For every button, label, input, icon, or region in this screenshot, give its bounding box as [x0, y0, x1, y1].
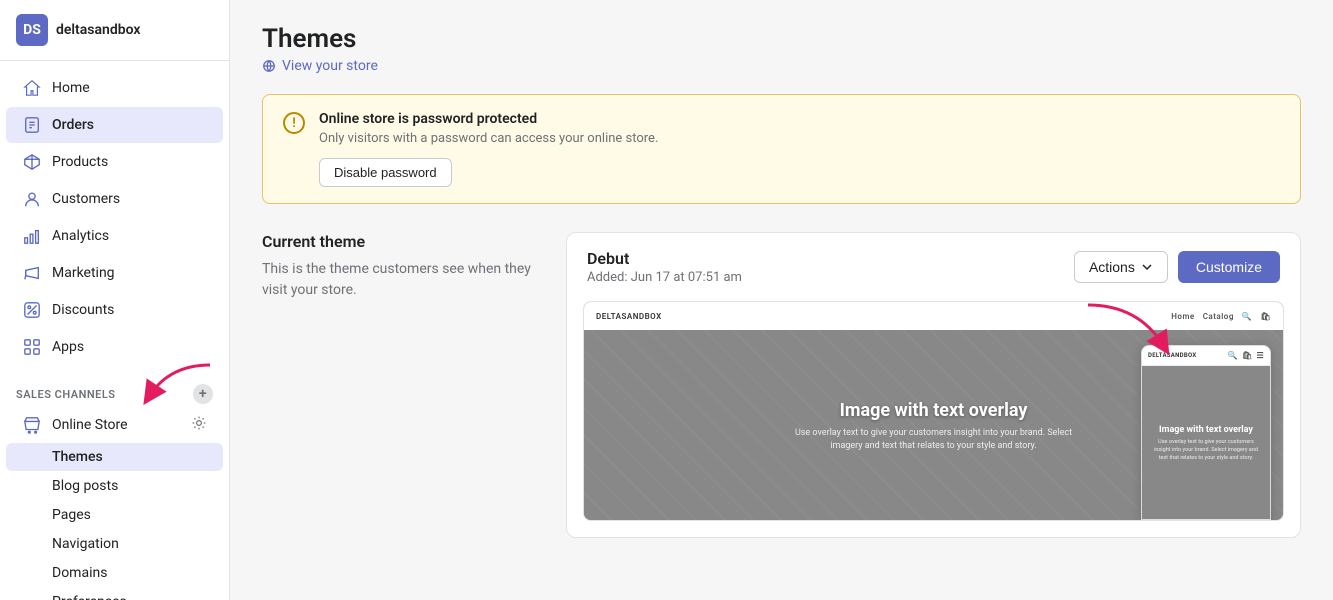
- mobile-store-name: DELTASANDBOX: [1148, 352, 1196, 359]
- sidebar-item-themes[interactable]: Themes: [6, 443, 223, 471]
- banner-content: Online store is password protected Only …: [319, 111, 1280, 187]
- current-theme-description: This is the theme customers see when the…: [262, 259, 542, 301]
- online-store-icon: [22, 415, 42, 435]
- password-banner: ! Online store is password protected Onl…: [262, 94, 1301, 204]
- current-theme-title: Current theme: [262, 232, 542, 251]
- disable-password-button[interactable]: Disable password: [319, 158, 452, 187]
- sidebar-item-preferences[interactable]: Preferences: [6, 588, 223, 600]
- sales-channels-label: Sales Channels: [16, 388, 116, 401]
- preview-nav-home: Home: [1171, 312, 1194, 321]
- sidebar-label-home: Home: [52, 80, 90, 96]
- theme-info: Debut Added: Jun 17 at 07:51 am: [587, 249, 742, 285]
- sidebar-label-products: Products: [52, 154, 108, 170]
- sidebar-item-products[interactable]: Products: [6, 144, 223, 180]
- themes-section: Current theme This is the theme customer…: [262, 232, 1301, 538]
- sidebar-label-customers: Customers: [52, 191, 120, 207]
- theme-card-header: Debut Added: Jun 17 at 07:51 am Actions …: [567, 233, 1300, 301]
- sidebar-item-online-store[interactable]: Online Store: [6, 409, 223, 441]
- store-avatar: DS: [16, 14, 48, 46]
- sidebar-label-discounts: Discounts: [52, 302, 114, 318]
- sidebar-item-pages[interactable]: Pages: [6, 501, 223, 529]
- main-nav: Home Orders Products Customers Analytics: [0, 61, 229, 374]
- customize-button[interactable]: Customize: [1178, 251, 1280, 283]
- sidebar-label-orders: Orders: [52, 117, 94, 133]
- banner-description: Only visitors with a password can access…: [319, 131, 1280, 146]
- preview-overlay-subtitle: Use overlay text to give your customers …: [794, 427, 1074, 452]
- apps-icon: [22, 337, 42, 357]
- main-content: Themes View your store ! Online store is…: [230, 0, 1333, 600]
- products-icon: [22, 152, 42, 172]
- orders-icon: [22, 115, 42, 135]
- sidebar-label-apps: Apps: [52, 339, 84, 355]
- preview-nav-catalog: Catalog: [1203, 312, 1234, 321]
- warning-icon: !: [283, 112, 305, 134]
- marketing-icon: [22, 263, 42, 283]
- sidebar-item-orders[interactable]: Orders: [6, 107, 223, 143]
- preview-mobile: DELTASANDBOX 🔍🛍☰ Image with text overlay…: [1141, 345, 1271, 520]
- sidebar-item-apps[interactable]: Apps: [6, 329, 223, 365]
- sidebar-label-analytics: Analytics: [52, 228, 109, 244]
- store-logo[interactable]: DS deltasandbox: [0, 0, 229, 61]
- analytics-icon: [22, 226, 42, 246]
- preview-store-name: DELTASANDBOX: [596, 312, 662, 321]
- theme-added: Added: Jun 17 at 07:51 am: [587, 270, 742, 285]
- sidebar-item-discounts[interactable]: Discounts: [6, 292, 223, 328]
- theme-preview: DELTASANDBOX Home Catalog 🔍 🛍 Image with…: [583, 301, 1284, 521]
- online-store-label: Online Store: [52, 417, 128, 433]
- mobile-overlay-subtitle: Use overlay text to give your customers …: [1150, 439, 1262, 462]
- preview-overlay-title: Image with text overlay: [840, 400, 1028, 422]
- sidebar-item-home[interactable]: Home: [6, 70, 223, 106]
- discounts-icon: [22, 300, 42, 320]
- preview-cart-icon: 🛍: [1260, 312, 1271, 321]
- sub-nav: Themes Blog posts Pages Navigation Domai…: [0, 442, 229, 600]
- sales-channels-header: Sales Channels +: [0, 374, 229, 408]
- sidebar-item-domains[interactable]: Domains: [6, 559, 223, 587]
- view-store-link[interactable]: View your store: [262, 58, 1301, 74]
- view-store-label: View your store: [282, 58, 378, 74]
- sidebar-item-analytics[interactable]: Analytics: [6, 218, 223, 254]
- banner-title: Online store is password protected: [319, 111, 1280, 127]
- page-title: Themes: [262, 24, 1301, 54]
- online-store-left: Online Store: [22, 415, 128, 435]
- preview-nav: Home Catalog 🔍 🛍: [1171, 312, 1271, 321]
- sidebar-label-marketing: Marketing: [52, 265, 115, 281]
- current-theme-info: Current theme This is the theme customer…: [262, 232, 542, 301]
- online-store-settings-icon[interactable]: [191, 415, 207, 435]
- preview-topbar: DELTASANDBOX Home Catalog 🔍 🛍: [584, 302, 1283, 330]
- sidebar-item-navigation[interactable]: Navigation: [6, 530, 223, 558]
- customers-icon: [22, 189, 42, 209]
- home-icon: [22, 78, 42, 98]
- theme-name: Debut: [587, 249, 742, 268]
- sidebar-item-blog-posts[interactable]: Blog posts: [6, 472, 223, 500]
- theme-card: Debut Added: Jun 17 at 07:51 am Actions …: [566, 232, 1301, 538]
- preview-search-icon: 🔍: [1242, 312, 1252, 321]
- sidebar-item-marketing[interactable]: Marketing: [6, 255, 223, 291]
- mobile-topbar-icons: 🔍🛍☰: [1228, 351, 1264, 360]
- theme-actions: Actions Customize: [1074, 251, 1280, 283]
- actions-button[interactable]: Actions: [1074, 251, 1168, 283]
- mobile-overlay-title: Image with text overlay: [1159, 425, 1253, 436]
- add-sales-channel-button[interactable]: +: [193, 384, 213, 404]
- mobile-topbar: DELTASANDBOX 🔍🛍☰: [1142, 346, 1270, 366]
- sidebar: DS deltasandbox Home Orders Products: [0, 0, 230, 600]
- mobile-hero: Image with text overlay Use overlay text…: [1142, 366, 1270, 520]
- store-name: deltasandbox: [56, 22, 140, 38]
- sidebar-item-customers[interactable]: Customers: [6, 181, 223, 217]
